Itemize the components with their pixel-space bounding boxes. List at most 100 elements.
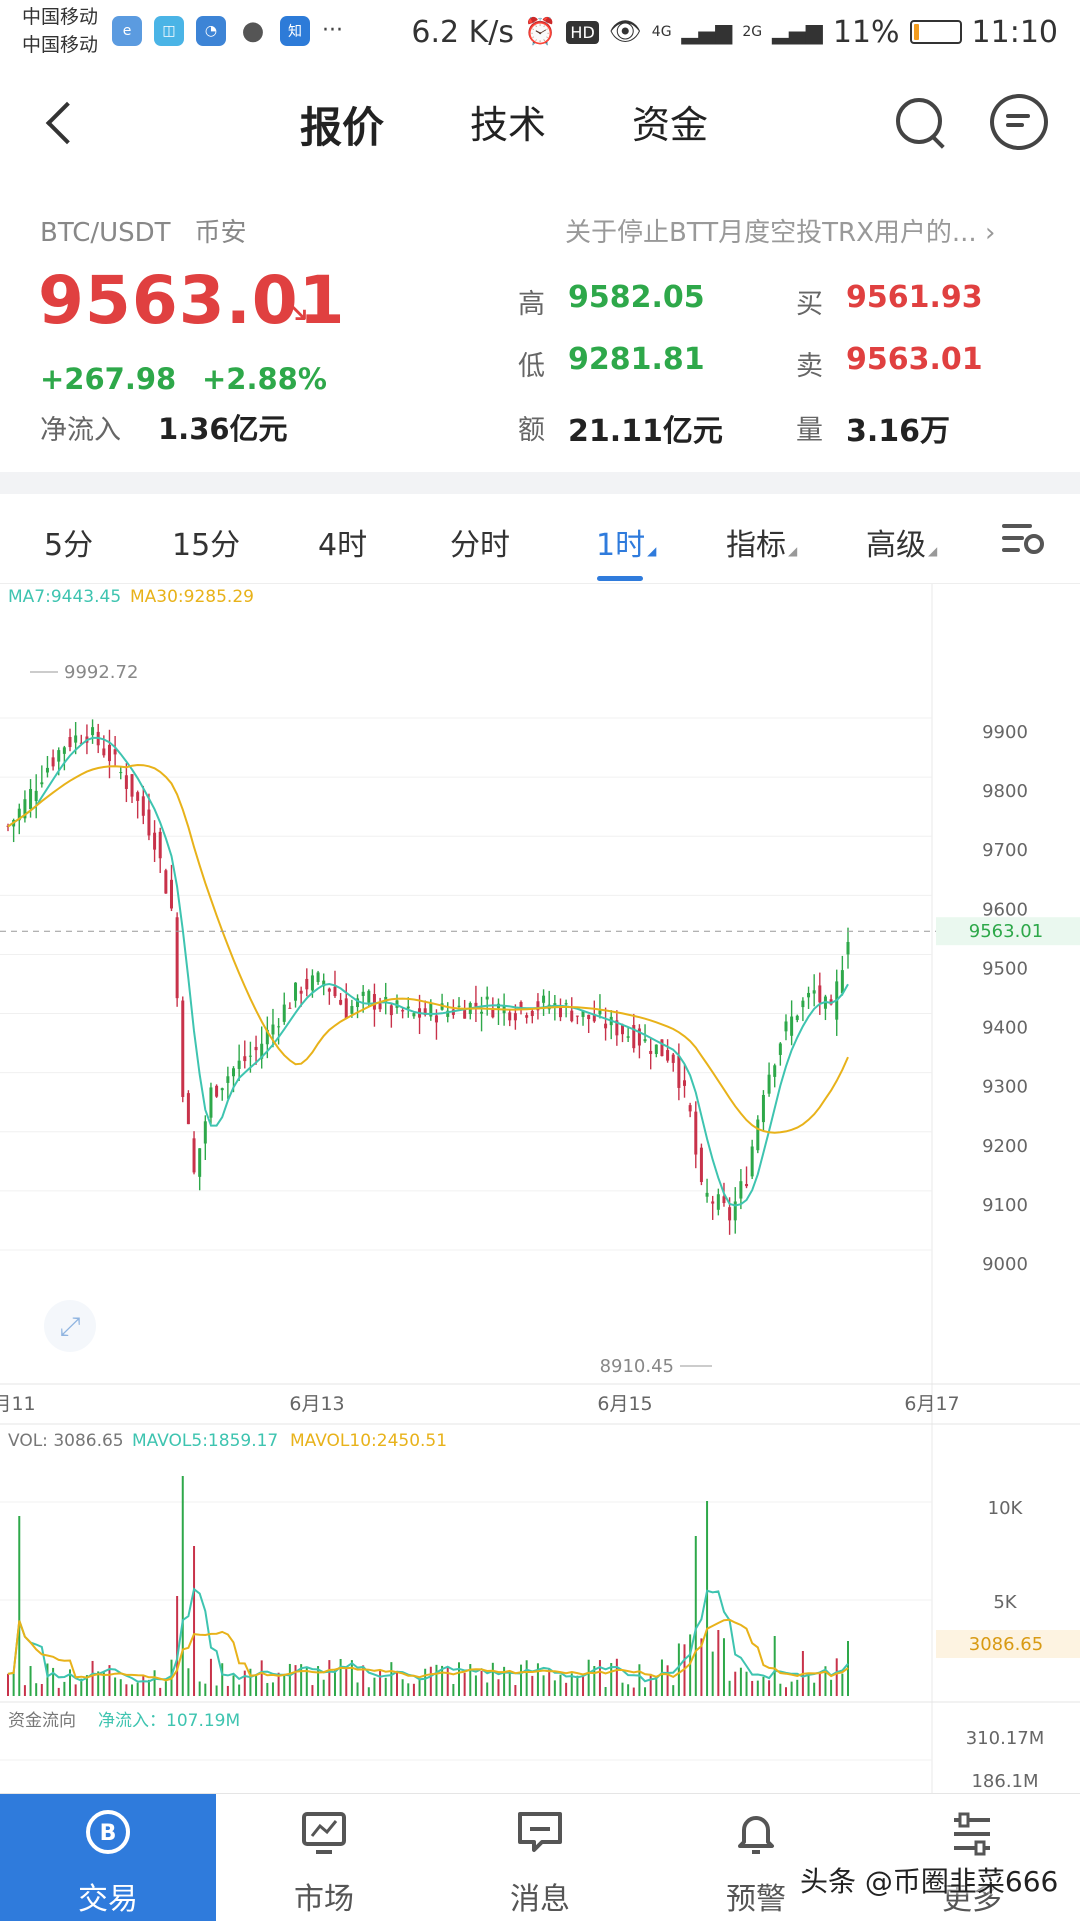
vol-last-label: 3086.65 [969,1634,1043,1655]
candle-body [530,1010,534,1017]
y-tick-label: 9200 [982,1136,1028,1157]
y-tick-label: 9600 [982,899,1028,920]
mavol5-label: MAVOL5:1859.17 [132,1431,278,1451]
change-percent: +2.88% [202,362,327,396]
dropdown-triangle-icon: ◢ [788,544,798,558]
candle-body [761,1094,765,1123]
pair-name: BTC/USDT [40,218,171,248]
candle-body [564,1003,568,1005]
notice-link[interactable]: 关于停止BTT月度空投TRX用户的... › [565,212,1045,249]
candle-body [598,1010,602,1015]
clock: 11:10 [971,14,1058,50]
status-bar: 中国移动 中国移动 e ◫ ◔ ● 知 ··· 6.2 K/s ⏰ HD 👁 4… [0,0,1080,64]
candle-body [232,1068,236,1077]
y-tick-label: 9500 [982,958,1028,979]
nav-messages[interactable]: 消息 [432,1794,648,1921]
candle-body [299,990,303,994]
candle-body [705,1192,709,1197]
candle-body [795,1015,799,1020]
y-tick-label: 9100 [982,1195,1028,1216]
y-tick-label: 9700 [982,840,1028,861]
message-icon[interactable] [990,94,1048,150]
candle-body [29,789,33,809]
message-box-icon [518,1812,562,1852]
notification-icons: e ◫ ◔ ● 知 ··· [112,16,343,46]
kline-chart[interactable]: MA7:9443.45 MA30:9285.2999009800970096009… [0,584,1080,1794]
candle-body [119,772,123,774]
y-tick-label: 9900 [982,722,1028,743]
search-icon[interactable] [890,92,950,152]
chat-icon: ● [238,16,268,46]
candle-body [254,1046,258,1051]
chart-settings-icon[interactable] [1000,520,1046,560]
candle-body [91,727,95,736]
candle-body [107,745,111,762]
candle-body [237,1060,241,1069]
candle-body [361,991,365,996]
x-tick-label: 6月11 [0,1393,36,1415]
nav-trade[interactable]: B 交易 [0,1794,216,1921]
volume-label: 量 [796,415,823,446]
y-tick-label: 9400 [982,1018,1028,1039]
back-button[interactable] [36,94,86,154]
candle-body [767,1074,771,1094]
candle-body [158,831,162,859]
candle-body [807,992,811,998]
fund-y-tick: 310.17M [966,1728,1045,1749]
low-value: 9281.81 [568,342,705,377]
period-label: 指标 [726,528,786,563]
candle-body [372,994,376,1010]
advanced-menu[interactable]: 高级 ◢ [866,520,937,564]
candle-body [750,1146,754,1177]
candle-body [801,1000,805,1008]
svg-text:B: B [100,1821,117,1846]
exchange-name: 币安 [194,218,247,248]
inflow-label: 净流入 [40,415,121,446]
tab-technical[interactable]: 技术 [470,94,546,155]
carrier-label: 中国移动 [22,34,99,56]
candle-body [74,735,78,743]
candle-body [288,1007,292,1009]
candle-body [62,747,66,754]
sliders-icon [954,1812,990,1856]
candle-body [677,1055,681,1088]
y-tick-label: 9800 [982,781,1028,802]
candle-body [350,1005,354,1014]
candle-body [248,1055,252,1057]
candle-body [344,998,348,1019]
indicator-menu[interactable]: 指标 ◢ [726,520,797,564]
x-tick-label: 6月13 [289,1393,344,1415]
period-label: 5分 [44,528,94,563]
ma30-line [7,763,849,1134]
ma7-line [7,736,849,1207]
candle-body [226,1076,230,1083]
candle-body [699,1147,703,1182]
candle-body [45,767,49,773]
nav-more[interactable]: 更多 [864,1794,1080,1921]
kline-chart-area[interactable]: MA7:9443.45 MA30:9285.29 9900 9800 9700 9600 9… [0,584,1080,1794]
more-notifications: ··· [322,18,343,43]
candle-body [271,1024,275,1035]
nav-market[interactable]: 市场 [216,1794,432,1921]
candle-body [694,1111,698,1155]
candle-body [153,832,157,850]
volume-value: 3.16万 [846,414,951,449]
signal-2g: 2G [742,24,763,40]
candle-body [756,1119,760,1151]
tab-quote[interactable]: 报价 [300,94,384,155]
period-5m[interactable]: 5分 [44,520,93,564]
nav-alerts[interactable]: 预警 [648,1794,864,1921]
period-timeshare[interactable]: 分时 [450,520,510,564]
period-1h[interactable]: 1时 ◢ [596,520,656,564]
last-price-label: 9563.01 [969,921,1043,942]
candle-body [846,941,850,955]
watermark-text: 头条 @币圈韭菜666 [800,1865,1059,1898]
period-4h[interactable]: 4时 [318,520,367,564]
nav-label: 消息 [510,1882,570,1917]
period-label: 分时 [450,528,510,563]
tab-funds[interactable]: 资金 [632,94,708,155]
candle-body [198,1148,202,1177]
candle-body [480,1011,484,1014]
period-15m[interactable]: 15分 [172,520,240,564]
fund-y-tick: 186.1M [971,1771,1038,1792]
